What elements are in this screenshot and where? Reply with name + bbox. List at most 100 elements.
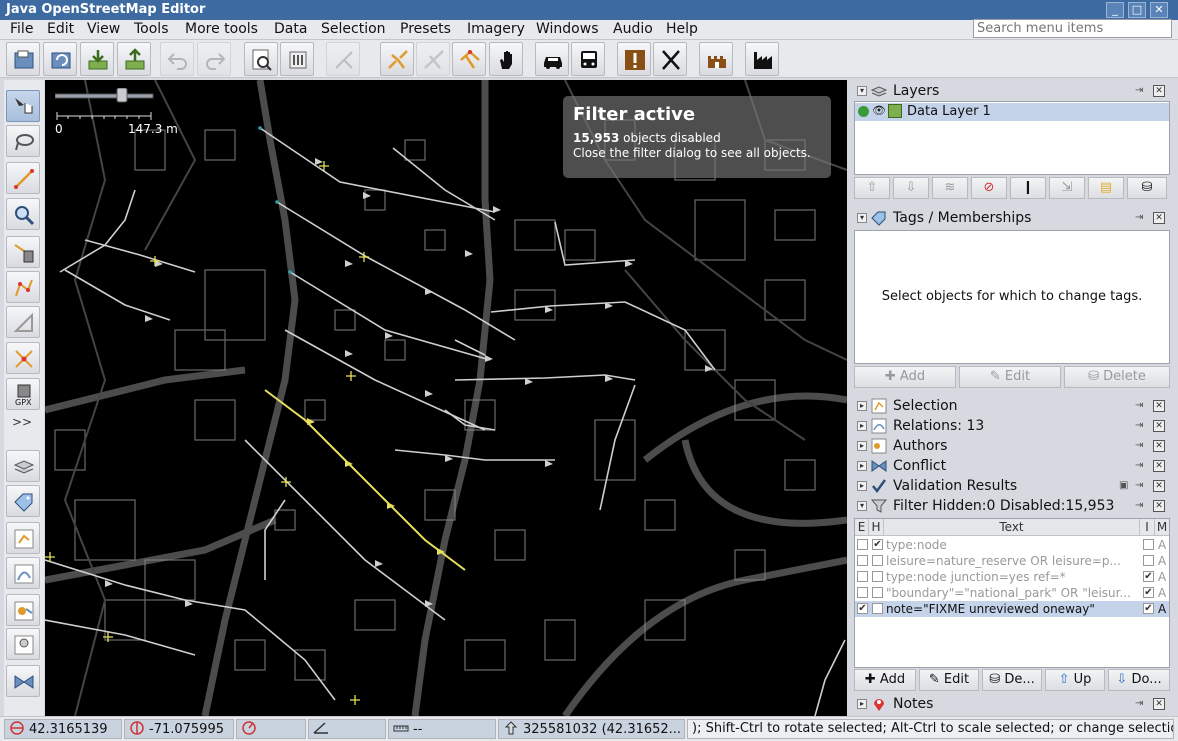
hidden-checkbox[interactable]	[872, 555, 883, 566]
tag-add-button[interactable]: ✚ Add	[854, 366, 956, 388]
filter-mode[interactable]: A	[1158, 570, 1166, 584]
menu-presets[interactable]: Presets	[400, 21, 451, 37]
filter-down-button[interactable]: ⇩ Do...	[1108, 669, 1170, 691]
inverted-checkbox[interactable]	[1143, 539, 1154, 550]
search-menu-input[interactable]	[973, 19, 1172, 38]
bus-preset-button[interactable]	[571, 42, 605, 76]
delete-mode-button[interactable]	[6, 236, 40, 268]
conflict-panel-header[interactable]: ▸ Conflict ⇥ ✕	[853, 456, 1171, 476]
pin-icon[interactable]: ⇥	[1135, 480, 1147, 492]
lasso-mode-button[interactable]	[6, 125, 40, 157]
pin-icon[interactable]: ⇥	[1135, 85, 1147, 97]
inverted-checkbox[interactable]: ✔	[1143, 587, 1154, 598]
delete-layer-button[interactable]: ⛁	[1127, 177, 1167, 199]
car-preset-button[interactable]	[535, 42, 569, 76]
toggle-conflict-button[interactable]	[6, 628, 40, 660]
enabled-checkbox[interactable]	[857, 555, 868, 566]
enabled-checkbox[interactable]	[857, 587, 868, 598]
duplicate-layer-button[interactable]: ⇲	[1049, 177, 1085, 199]
relations-panel-header[interactable]: ▸ Relations: 13 ⇥ ✕	[853, 416, 1171, 436]
selection-panel-header[interactable]: ▸ Selection ⇥ ✕	[853, 396, 1171, 416]
gpx-button[interactable]: GPX	[6, 378, 40, 410]
close-icon[interactable]: ✕	[1153, 420, 1165, 432]
layer-info-button[interactable]: ❙	[1010, 177, 1046, 199]
collapse-toggle[interactable]: ▾	[857, 501, 867, 511]
close-icon[interactable]: ✕	[1153, 460, 1165, 472]
visible-check-icon[interactable]	[858, 106, 869, 117]
enabled-checkbox[interactable]: ✔	[857, 603, 868, 614]
tag-edit-button[interactable]: ✎ Edit	[959, 366, 1061, 388]
filter-mode[interactable]: A	[1158, 538, 1166, 552]
menu-imagery[interactable]: Imagery	[467, 21, 525, 37]
upload-button[interactable]	[117, 42, 151, 76]
parallel-way-button[interactable]	[6, 306, 40, 338]
collapse-toggle[interactable]: ▾	[857, 213, 867, 223]
validation-panel-header[interactable]: ▸ Validation Results ▣ ⇥ ✕	[853, 476, 1171, 496]
hidden-checkbox[interactable]	[872, 571, 883, 582]
preferences-button[interactable]	[280, 42, 314, 76]
tag-delete-button[interactable]: ⛁ Delete	[1064, 366, 1170, 388]
close-icon[interactable]: ✕	[1153, 85, 1165, 97]
close-icon[interactable]: ✕	[1153, 500, 1165, 512]
expand-toggle[interactable]: ▸	[857, 481, 867, 491]
menu-data[interactable]: Data	[274, 21, 307, 37]
tags-panel-header[interactable]: ▾ Tags / Memberships ⇥ ✕	[853, 208, 1171, 228]
close-icon[interactable]: ✕	[1153, 480, 1165, 492]
filter-row[interactable]: "boundary"="national_park" OR "leisur...…	[855, 585, 1169, 601]
layer-split-button[interactable]	[452, 42, 486, 76]
zoom-to-button[interactable]	[244, 42, 278, 76]
hidden-checkbox[interactable]	[872, 603, 883, 614]
menu-selection[interactable]: Selection	[321, 21, 386, 37]
notes-panel-header[interactable]: ▸ Notes ⇥ ✕	[853, 694, 1171, 714]
close-icon[interactable]: ✕	[1153, 698, 1165, 710]
filter-edit-button[interactable]: ✎ Edit	[919, 669, 979, 691]
col-header-enabled[interactable]: E	[855, 519, 869, 536]
layers-panel-header[interactable]: ▾ Layers ⇥ ✕	[853, 81, 1171, 101]
hidden-checkbox[interactable]	[872, 587, 883, 598]
close-icon[interactable]: ✕	[1153, 440, 1165, 452]
toggle-authors-button[interactable]	[6, 594, 40, 626]
filter-delete-button[interactable]: ⛁ De...	[982, 669, 1042, 691]
hide-layer-button[interactable]: ⊘	[971, 177, 1007, 199]
industrial-preset-button[interactable]	[745, 42, 779, 76]
pin-icon[interactable]: ⇥	[1135, 420, 1147, 432]
inverted-checkbox[interactable]: ✔	[1143, 571, 1154, 582]
layer-properties-button[interactable]: ▤	[1088, 177, 1124, 199]
improve-way-button[interactable]	[6, 271, 40, 303]
split-way-button[interactable]	[380, 42, 414, 76]
menu-audio[interactable]: Audio	[613, 21, 653, 37]
more-tools-toggle[interactable]: >>	[12, 415, 32, 429]
filter-row[interactable]: ✔ type:node A	[855, 537, 1169, 553]
menu-edit[interactable]: Edit	[47, 21, 74, 37]
castle-preset-button[interactable]	[699, 42, 733, 76]
pin-icon[interactable]: ⇥	[1135, 440, 1147, 452]
filter-add-button[interactable]: ✚ Add	[854, 669, 916, 691]
inverted-checkbox[interactable]: ✔	[1143, 603, 1154, 614]
toggle-tags-button[interactable]	[6, 485, 40, 517]
close-window-button[interactable]: ✕	[1150, 2, 1168, 18]
inverted-checkbox[interactable]	[1143, 555, 1154, 566]
filter-panel-header[interactable]: ▾ Filter Hidden:0 Disabled:15,953 ⇥ ✕	[853, 496, 1171, 516]
undo-button[interactable]	[160, 42, 194, 76]
menu-windows[interactable]: Windows	[536, 21, 599, 37]
zoom-mode-button[interactable]	[6, 198, 40, 230]
col-header-inverted[interactable]: I	[1140, 519, 1155, 536]
filter-up-button[interactable]: ⇧ Up	[1045, 669, 1105, 691]
filter-row[interactable]: type:node junction=yes ref=* ✔ A	[855, 569, 1169, 585]
pin-icon[interactable]: ⇥	[1135, 500, 1147, 512]
merge-layer-button[interactable]: ≋	[932, 177, 968, 199]
expand-toggle[interactable]: ▸	[857, 401, 867, 411]
toggle-layers-button[interactable]	[6, 450, 40, 482]
pin-icon[interactable]: ⇥	[1135, 698, 1147, 710]
toggle-relations-button[interactable]	[6, 557, 40, 589]
minimize-button[interactable]: _	[1106, 2, 1124, 18]
filter-mode[interactable]: A	[1158, 602, 1166, 616]
eye-icon[interactable]: 👁	[872, 104, 886, 117]
combine-way-button[interactable]	[416, 42, 450, 76]
filter-row[interactable]: ✔ note="FIXME unreviewed oneway" ✔ A	[855, 601, 1169, 617]
pin-icon[interactable]: ⇥	[1135, 212, 1147, 224]
expand-toggle[interactable]: ▸	[857, 461, 867, 471]
pin-icon[interactable]: ⇥	[1135, 400, 1147, 412]
menu-view[interactable]: View	[87, 21, 120, 37]
draw-mode-button[interactable]	[6, 162, 40, 194]
